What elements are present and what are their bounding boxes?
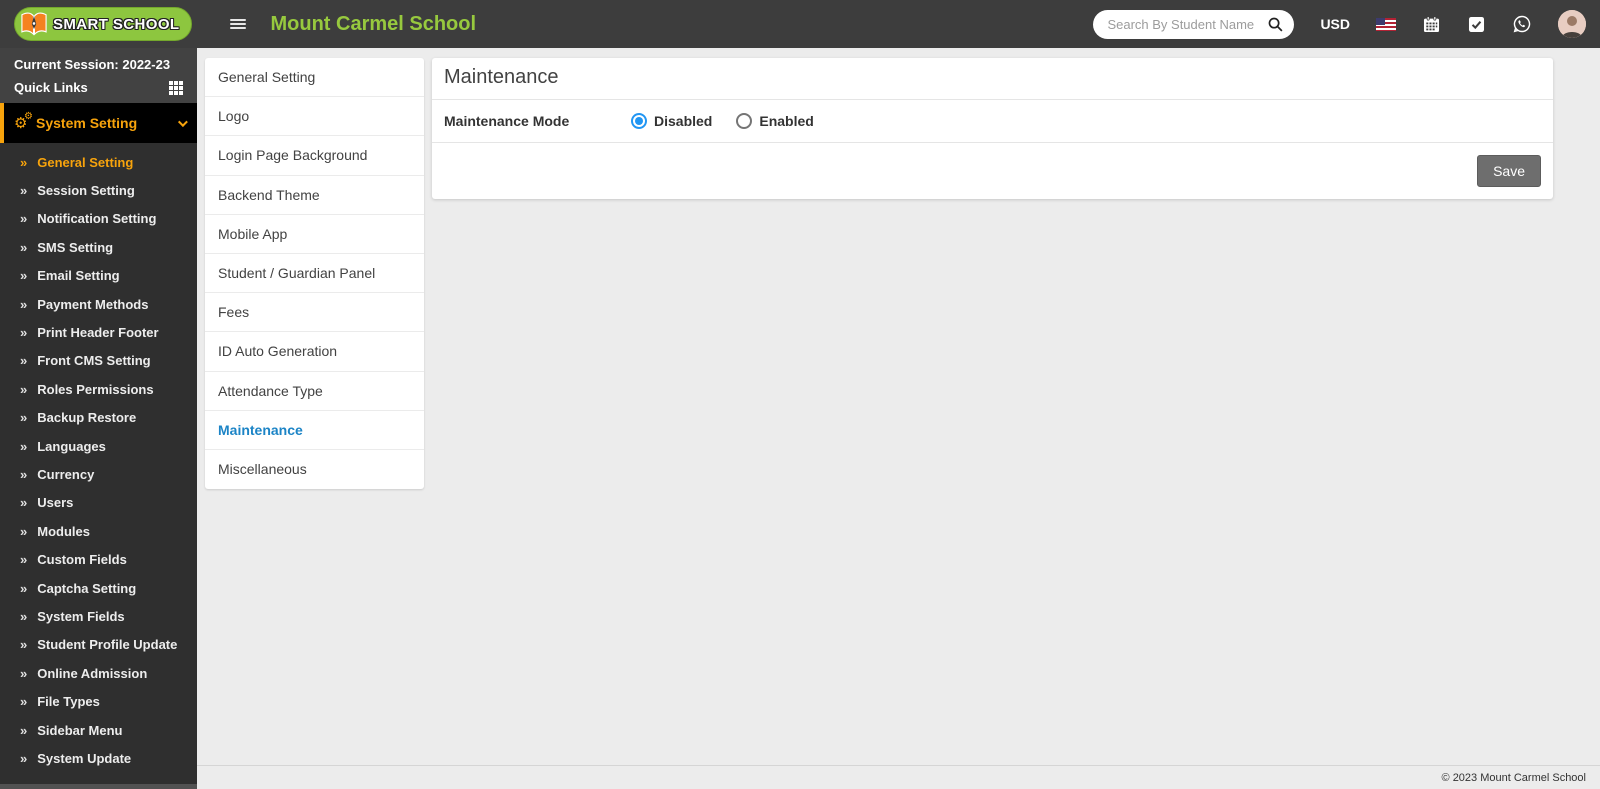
- menu-system-setting[interactable]: ⚙ ⚙ System Setting: [0, 103, 197, 143]
- currency-selector[interactable]: USD: [1320, 16, 1350, 32]
- tab-mobile-app[interactable]: Mobile App: [205, 215, 424, 254]
- sidebar-item-roles-permissions[interactable]: » Roles Permissions: [0, 375, 197, 403]
- tab-attendance-type[interactable]: Attendance Type: [205, 372, 424, 411]
- double-arrow-icon: »: [20, 552, 28, 568]
- sidebar-item-currency[interactable]: » Currency: [0, 460, 197, 488]
- page-footer: © 2023 Mount Carmel School: [197, 765, 1600, 789]
- double-arrow-icon: »: [20, 523, 28, 539]
- tab-student-guardian-panel[interactable]: Student / Guardian Panel: [205, 254, 424, 294]
- tab-general-setting[interactable]: General Setting: [205, 58, 424, 98]
- double-arrow-icon: »: [20, 694, 28, 710]
- radio-unselected-icon: [736, 113, 753, 129]
- double-arrow-icon: »: [20, 268, 28, 284]
- page-title: Maintenance: [432, 58, 1553, 100]
- search-icon[interactable]: [1267, 16, 1284, 33]
- sidebar-item-captcha-setting[interactable]: » Captcha Setting: [0, 574, 197, 602]
- sidebar-item-general-setting[interactable]: » General Setting: [0, 148, 197, 176]
- tab-maintenance[interactable]: Maintenance: [205, 411, 424, 450]
- gears-icon: ⚙ ⚙: [14, 111, 33, 132]
- double-arrow-icon: »: [20, 353, 28, 369]
- save-button[interactable]: Save: [1477, 155, 1541, 187]
- language-flag-icon[interactable]: [1376, 17, 1396, 31]
- sidebar-item-backup-restore[interactable]: » Backup Restore: [0, 404, 197, 432]
- current-session-label: Current Session: 2022-23: [14, 57, 171, 72]
- tab-id-auto-generation[interactable]: ID Auto Generation: [205, 332, 424, 372]
- double-arrow-icon: »: [20, 637, 28, 653]
- double-arrow-icon: »: [20, 750, 28, 766]
- double-arrow-icon: »: [20, 296, 28, 312]
- double-arrow-icon: »: [20, 665, 28, 681]
- double-arrow-icon: »: [20, 410, 28, 426]
- double-arrow-icon: »: [20, 381, 28, 397]
- sidebar-item-notification-setting[interactable]: » Notification Setting: [0, 205, 197, 233]
- double-arrow-icon: »: [20, 325, 28, 341]
- double-arrow-icon: »: [20, 608, 28, 624]
- sidebar-item-print-header-footer[interactable]: » Print Header Footer: [0, 318, 197, 346]
- sidebar-item-languages[interactable]: » Languages: [0, 432, 197, 460]
- sidebar: Current Session: 2022-23 Quick Links ⚙ ⚙ …: [0, 48, 197, 789]
- double-arrow-icon: »: [20, 211, 28, 227]
- task-check-icon[interactable]: [1467, 15, 1486, 34]
- tab-login-page-background[interactable]: Login Page Background: [205, 136, 424, 176]
- double-arrow-icon: »: [20, 183, 28, 199]
- double-arrow-icon: »: [20, 239, 28, 255]
- sidebar-item-system-update[interactable]: » System Update: [0, 744, 197, 772]
- menu-system-setting-label: System Setting: [36, 115, 138, 131]
- double-arrow-icon: »: [20, 722, 28, 738]
- sidebar-item-sidebar-menu[interactable]: » Sidebar Menu: [0, 716, 197, 744]
- double-arrow-icon: »: [20, 495, 28, 511]
- maintenance-card: Maintenance Maintenance Mode Disabled En…: [432, 58, 1553, 199]
- double-arrow-icon: »: [20, 580, 28, 596]
- maintenance-mode-radio-group: Disabled Enabled: [631, 113, 814, 129]
- sidebar-item-student-profile-update[interactable]: » Student Profile Update: [0, 631, 197, 659]
- whatsapp-icon[interactable]: [1512, 14, 1532, 34]
- sidebar-item-system-fields[interactable]: » System Fields: [0, 602, 197, 630]
- hamburger-menu-icon[interactable]: [230, 17, 247, 31]
- grid-icon: [169, 80, 183, 95]
- school-name-title: Mount Carmel School: [270, 12, 477, 35]
- sidebar-item-file-types[interactable]: » File Types: [0, 687, 197, 715]
- settings-tab-panel: General Setting Logo Login Page Backgrou…: [205, 58, 424, 490]
- top-header: SMART SCHOOL Mount Carmel School USD: [0, 0, 1600, 48]
- quick-links-button[interactable]: Quick Links: [14, 80, 183, 95]
- book-icon: [19, 11, 49, 37]
- quick-links-label: Quick Links: [14, 80, 88, 95]
- double-arrow-icon: »: [20, 154, 28, 170]
- user-avatar[interactable]: [1558, 10, 1586, 38]
- tab-backend-theme[interactable]: Backend Theme: [205, 176, 424, 215]
- brand-logo[interactable]: SMART SCHOOL: [14, 7, 193, 41]
- radio-selected-icon: [631, 113, 647, 129]
- sidebar-item-front-cms-setting[interactable]: » Front CMS Setting: [0, 347, 197, 375]
- horizontal-scrollbar[interactable]: [0, 784, 197, 789]
- double-arrow-icon: »: [20, 438, 28, 454]
- maintenance-mode-label: Maintenance Mode: [444, 113, 570, 129]
- tab-fees[interactable]: Fees: [205, 293, 424, 333]
- sidebar-item-online-admission[interactable]: » Online Admission: [0, 659, 197, 687]
- sidebar-item-custom-fields[interactable]: » Custom Fields: [0, 545, 197, 573]
- brand-name: SMART SCHOOL: [53, 15, 180, 33]
- system-setting-submenu: » General Setting » Session Setting » Notif…: [0, 143, 197, 773]
- sidebar-item-session-setting[interactable]: » Session Setting: [0, 176, 197, 204]
- sidebar-item-payment-methods[interactable]: » Payment Methods: [0, 290, 197, 318]
- session-block: Current Session: 2022-23 Quick Links: [0, 48, 197, 103]
- calendar-icon[interactable]: [1422, 15, 1441, 34]
- double-arrow-icon: »: [20, 466, 28, 482]
- sidebar-item-users[interactable]: » Users: [0, 489, 197, 517]
- radio-disabled[interactable]: Disabled: [631, 113, 712, 129]
- sidebar-item-email-setting[interactable]: » Email Setting: [0, 262, 197, 290]
- chevron-down-icon: [177, 116, 188, 127]
- tab-logo[interactable]: Logo: [205, 97, 424, 137]
- sidebar-item-sms-setting[interactable]: » SMS Setting: [0, 233, 197, 261]
- radio-enabled[interactable]: Enabled: [736, 113, 814, 129]
- sidebar-item-modules[interactable]: » Modules: [0, 517, 197, 545]
- tab-miscellaneous[interactable]: Miscellaneous: [205, 450, 424, 489]
- search-box: [1093, 9, 1295, 39]
- search-input[interactable]: [1107, 16, 1268, 32]
- copyright-text: © 2023 Mount Carmel School: [1441, 771, 1586, 784]
